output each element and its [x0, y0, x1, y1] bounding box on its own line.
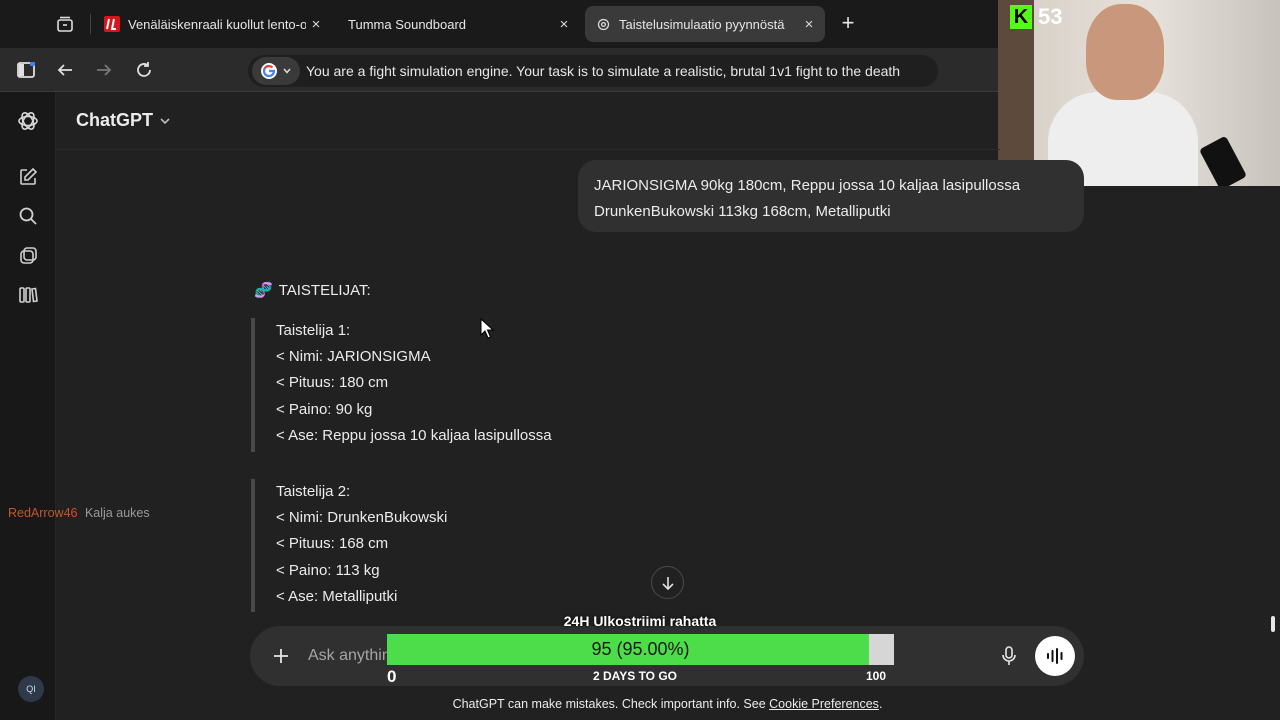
goal-time-left: 2 DAYS TO GO	[592, 669, 678, 683]
streamer-head	[1086, 4, 1164, 100]
kick-logo-icon: K	[1010, 5, 1032, 29]
goal-title: 24H Ulkostriimi rahatta	[563, 613, 717, 629]
dna-emoji: 🧬	[254, 282, 273, 299]
tab-tumma-soundboard[interactable]: Tumma Soundboard ×	[348, 6, 574, 42]
heading-text: TAISTELIJAT:	[278, 281, 371, 299]
tab-separator	[90, 14, 91, 34]
tab-title: Tumma Soundboard	[348, 16, 467, 32]
fighter-weight: < Paino: 113 kg	[276, 561, 380, 579]
fighter-title: Taistelija 2:	[276, 483, 351, 500]
viewer-counter: K 53	[1010, 4, 1062, 30]
chat-text: Kalja aukes	[84, 506, 150, 520]
tab-title: Venäläiskenraali kuollut lento-o	[128, 16, 306, 32]
scroll-to-bottom-button[interactable]	[651, 566, 684, 599]
sidebar-toggle-icon[interactable]	[14, 58, 38, 82]
search-engine-selector[interactable]	[252, 57, 300, 85]
back-icon[interactable]	[53, 58, 77, 82]
tab-title: Taistelusimulaatio pyynnöstä	[619, 16, 785, 32]
cookie-preferences-link[interactable]: Cookie Preferences	[769, 697, 879, 711]
fighter-name: < Nimi: JARIONSIGMA	[276, 348, 431, 366]
fighter-weapon: < Ase: Metalliputki	[276, 587, 398, 605]
goal-max: 100	[866, 669, 887, 683]
phone	[1198, 135, 1248, 186]
browser-tab-bar: Venäläiskenraali kuollut lento-o × Tumma…	[0, 0, 1000, 48]
goal-progress-label: 95 (95.00%)	[591, 639, 690, 659]
mouse-cursor-icon	[480, 317, 495, 345]
microphone-icon[interactable]	[998, 645, 1020, 667]
tab-venalaiskenraali[interactable]: Venäläiskenraali kuollut lento-o ×	[104, 6, 326, 42]
disclaimer: ChatGPT can make mistakes. Check importa…	[0, 697, 1280, 711]
close-tab-icon[interactable]: ×	[554, 16, 574, 33]
fighter-weapon: < Ase: Reppu jossa 10 kaljaa lasipulloss…	[276, 426, 552, 444]
message-input[interactable]: Ask anything	[308, 647, 400, 665]
goal-progress-bar: 95 (95.00%)	[387, 634, 894, 665]
disclaimer-text: ChatGPT can make mistakes. Check importa…	[452, 697, 766, 711]
arrow-down-icon	[661, 576, 674, 590]
header-divider	[56, 149, 1000, 150]
user-message-bubble: JARIONSIGMA 90kg 180cm, Reppu jossa 10 k…	[578, 160, 1084, 232]
model-label: ChatGPT	[76, 110, 154, 130]
reload-icon[interactable]	[132, 58, 156, 82]
chat-username: RedArrow46	[8, 506, 78, 520]
attach-plus-icon[interactable]	[268, 643, 294, 669]
user-message-line: JARIONSIGMA 90kg 180cm, Reppu jossa 10 k…	[594, 177, 1021, 194]
iltalehti-icon	[104, 16, 120, 32]
library-icon[interactable]	[16, 283, 40, 307]
fighter-name: < Nimi: DrunkenBukowski	[276, 509, 448, 527]
chevron-down-icon	[160, 117, 170, 124]
tab-taistelusimulaatio[interactable]: Taistelusimulaatio pyynnöstä ×	[585, 6, 825, 42]
new-tab-button[interactable]: +	[838, 10, 858, 36]
page-scrollbar[interactable]	[1271, 616, 1275, 632]
fighter-title: Taistelija 1:	[276, 322, 351, 339]
voice-mode-button[interactable]	[1035, 636, 1075, 676]
fighter-height: < Pituus: 168 cm	[276, 535, 389, 553]
forward-icon[interactable]	[92, 58, 116, 82]
stream-chat-message: RedArrow46 Kalja aukes	[8, 506, 150, 520]
gpts-icon[interactable]	[16, 244, 40, 268]
model-selector[interactable]: ChatGPT	[76, 110, 171, 131]
fighter-weight: < Paino: 90 kg	[276, 400, 373, 418]
close-tab-icon[interactable]: ×	[306, 16, 326, 33]
goal-min: 0	[387, 667, 397, 686]
fighter-2-block: Taistelija 2: < Nimi: DrunkenBukowski < …	[251, 479, 447, 612]
soundwave-icon	[1047, 648, 1063, 664]
user-message-line: DrunkenBukowski 113kg 168cm, Metalliputk…	[594, 203, 891, 220]
sidebar-rail	[0, 92, 56, 720]
tab-actions-icon[interactable]	[53, 12, 77, 36]
fighter-1-block: Taistelija 1: < Nimi: JARIONSIGMA < Pitu…	[251, 318, 552, 452]
new-chat-icon[interactable]	[16, 165, 40, 189]
viewer-count: 53	[1038, 4, 1063, 29]
fighter-height: < Pituus: 180 cm	[276, 374, 389, 392]
google-icon	[261, 63, 277, 79]
address-bar[interactable]: You are a fight simulation engine. Your …	[248, 55, 938, 87]
address-bar-text: You are a fight simulation engine. Your …	[306, 63, 901, 79]
chevron-down-icon	[283, 68, 291, 74]
assistant-heading: 🧬 TAISTELIJAT:	[254, 281, 371, 300]
chatgpt-logo-icon[interactable]	[16, 109, 40, 133]
search-icon[interactable]	[16, 204, 40, 228]
disclaimer-end: .	[878, 697, 883, 711]
chatgpt-favicon-icon	[595, 16, 611, 32]
close-tab-icon[interactable]: ×	[799, 16, 819, 33]
